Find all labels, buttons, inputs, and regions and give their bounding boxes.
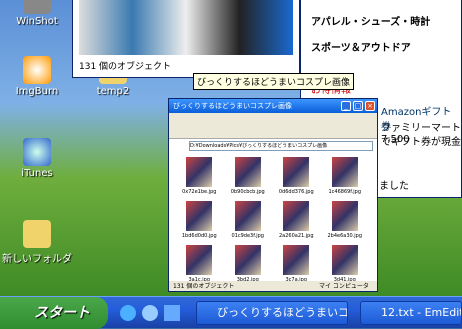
back-window: 131 個のオブジェクト (72, 0, 300, 78)
promo-line3: でギフト券が現金 (381, 137, 461, 148)
desktop-icon-imgburn[interactable]: ImgBurn (2, 56, 72, 97)
start-button[interactable]: スタート (0, 297, 108, 329)
thumbnail[interactable]: 1c46869f.jpg (323, 157, 368, 195)
media-icon[interactable] (142, 305, 158, 321)
thumbnail[interactable]: 1bd6d0d0.jpg (177, 201, 222, 239)
thumbnail[interactable]: 3c7a.jpg (274, 245, 319, 283)
thumbnail[interactable]: 3d41.jpg (323, 245, 368, 283)
thumbnail[interactable]: 01c9de3f.jpg (226, 201, 271, 239)
desktop-icon-new-folder[interactable]: 新しいフォルダ (2, 220, 72, 265)
desktop-icon-winshot[interactable]: WinShot (2, 0, 72, 27)
promo-footer: ました (379, 181, 409, 192)
thumbnail[interactable]: 2a260a21.jpg (274, 201, 319, 239)
explorer-statusbar: 131 個のオブジェクト マイ コンピュータ (169, 281, 377, 291)
thumbnail[interactable]: 2b4e6a30.jpg (323, 201, 368, 239)
taskbar: スタート びっくりするほどうまいコ... 12.txt - EmEdit (0, 296, 462, 329)
thumbnail[interactable]: 0d6dd376.jpg (274, 157, 319, 195)
show-desktop-icon[interactable] (164, 305, 180, 321)
minimize-icon[interactable]: _ (341, 101, 351, 111)
thumbnail[interactable]: 3bd2.jpg (226, 245, 271, 283)
imgburn-icon (23, 56, 51, 84)
thumbnail-grid: 0x72e1be.jpg 0b90cbcb.jpg 0d6dd376.jpg 1… (177, 157, 367, 283)
desktop-icon-itunes[interactable]: iTunes (2, 138, 72, 179)
taskbar-button-explorer[interactable]: びっくりするほどうまいコ... (196, 301, 348, 325)
taskbar-button-emeditor[interactable]: 12.txt - EmEdit (360, 301, 462, 325)
explorer-toolbar (169, 113, 377, 139)
folder-icon (23, 220, 51, 248)
address-bar[interactable]: D:¥Downloads¥Pics¥びっくりするほどうまいコスプレ画像 (189, 141, 373, 151)
maximize-icon[interactable]: □ (353, 101, 363, 111)
explorer-window: びっくりするほどうまいコスプレ画像 _ □ × D:¥Downloads¥Pic… (168, 98, 378, 292)
menu-item-apparel[interactable]: アパレル・シューズ・時計 (311, 13, 430, 28)
itunes-icon (23, 138, 51, 166)
thumbnail[interactable]: 0b90cbcb.jpg (226, 157, 271, 195)
thumbnail[interactable]: 3a1c.jpg (177, 245, 222, 283)
back-window-status: 131 個のオブジェクト (79, 62, 172, 72)
close-icon[interactable]: × (365, 101, 375, 111)
tooltip: びっくりするほどうまいコスプレ画像 (193, 73, 355, 90)
menu-item-sports[interactable]: スポーツ＆アウトドア (311, 39, 411, 54)
ie-icon[interactable] (120, 305, 136, 321)
thumbnail[interactable]: 0x72e1be.jpg (177, 157, 222, 195)
